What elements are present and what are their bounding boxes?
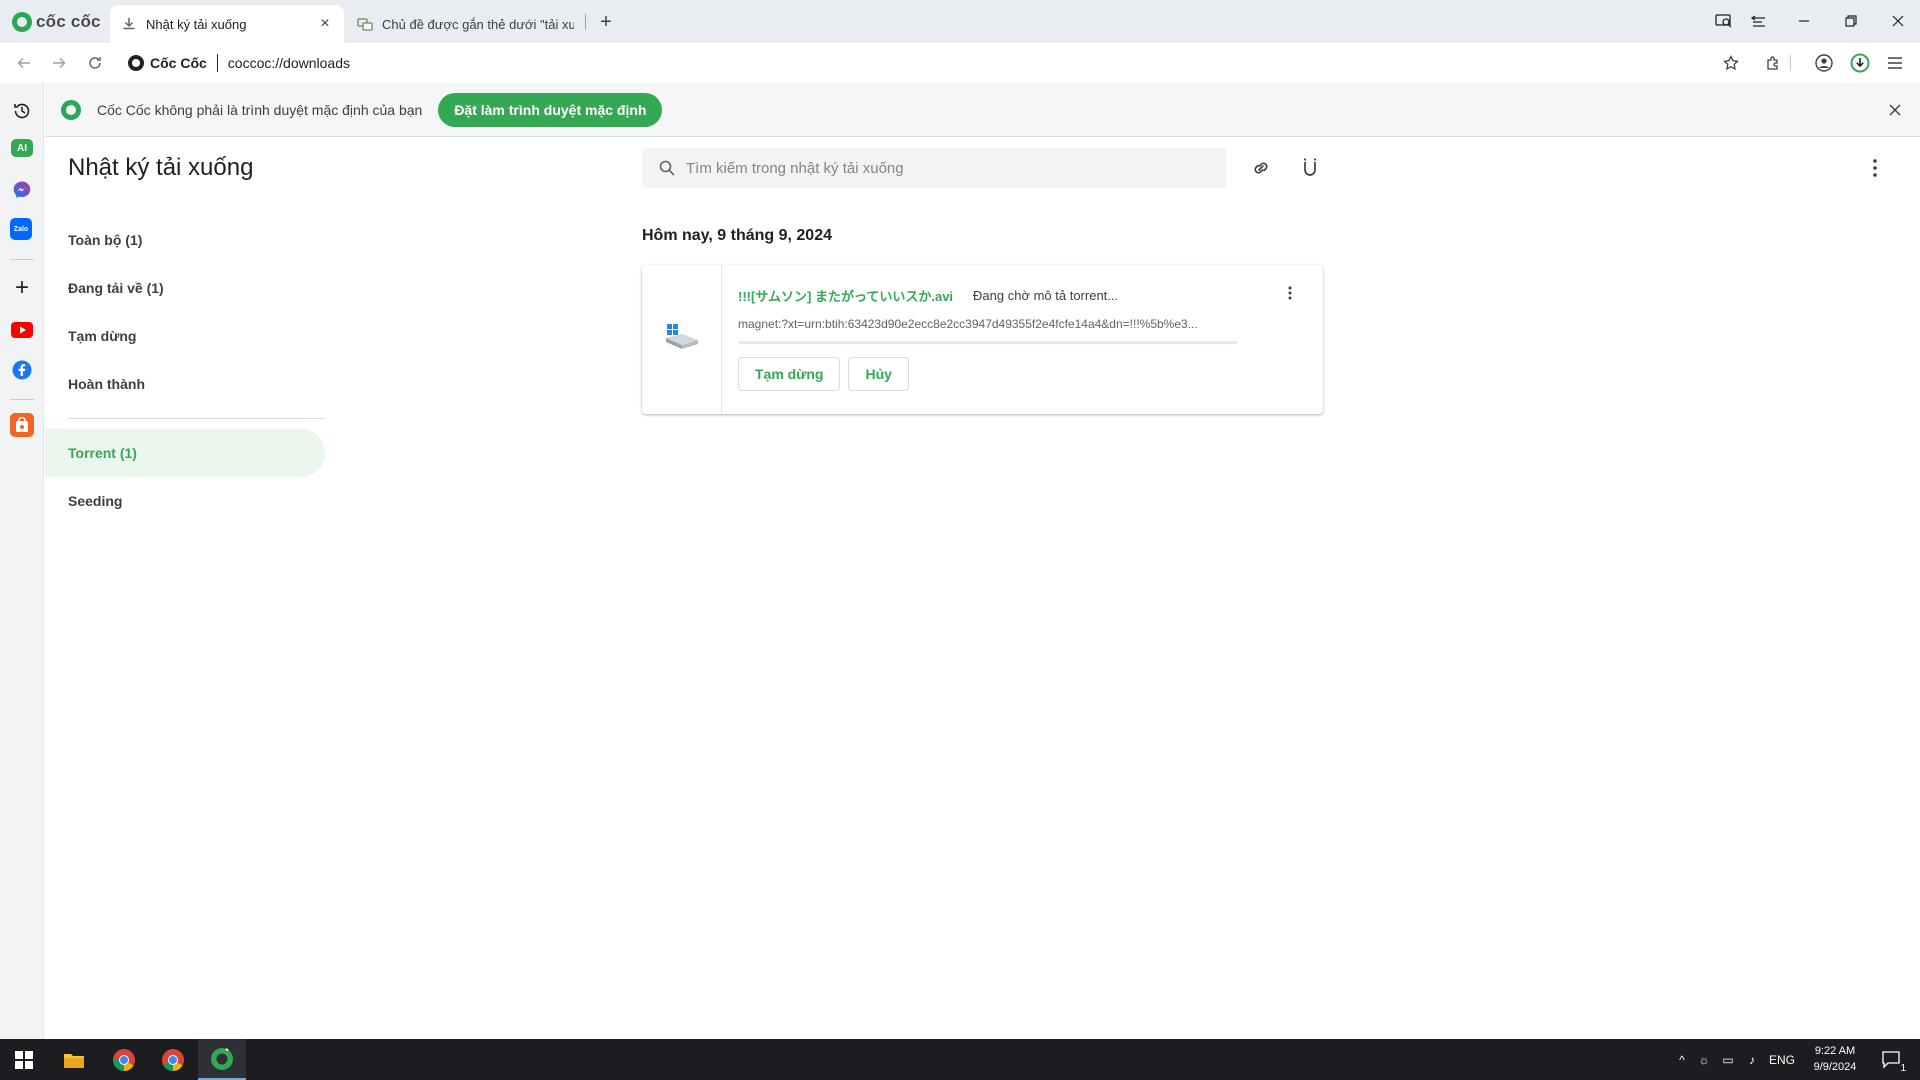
downloads-search-box[interactable]	[642, 148, 1226, 188]
new-tab-button[interactable]: +	[594, 10, 618, 34]
download-icon	[120, 15, 138, 33]
date-heading: Hôm nay, 9 tháng 9, 2024	[642, 227, 832, 244]
tab-downloads[interactable]: Nhật ký tải xuống ×	[110, 5, 344, 43]
close-infobar-icon[interactable]	[1884, 99, 1906, 121]
tab-search-icon[interactable]	[1745, 8, 1773, 34]
chrome-icon[interactable]	[100, 1039, 148, 1080]
download-progress-bar	[738, 341, 1238, 344]
coccoc-logo-icon	[12, 12, 32, 32]
extensions-icon[interactable]	[1762, 52, 1784, 74]
forward-button[interactable]	[46, 50, 72, 76]
profile-icon[interactable]	[1813, 52, 1835, 74]
file-explorer-icon[interactable]	[50, 1039, 98, 1080]
clock-time: 9:22 AM	[1814, 1045, 1856, 1057]
network-icon[interactable]: ▭	[1716, 1053, 1740, 1067]
infobar-message: Cốc Cốc không phải là trình duyệt mặc đị…	[97, 101, 423, 118]
notification-center-icon[interactable]: 1	[1872, 1039, 1912, 1080]
ai-assistant-icon[interactable]: AI	[11, 139, 33, 157]
set-default-button[interactable]: Đặt làm trình duyệt mặc định	[438, 92, 663, 127]
file-icon-cell	[642, 265, 722, 414]
back-button[interactable]	[11, 50, 37, 76]
browser-brand[interactable]: cốc cốc	[12, 10, 101, 34]
default-browser-infobar: Cốc Cốc không phải là trình duyệt mặc đị…	[45, 83, 1920, 137]
system-tray: ^ ☼ ▭ ♪ ENG	[1672, 1039, 1800, 1080]
bookmark-star-icon[interactable]	[1720, 52, 1742, 74]
reload-button[interactable]	[82, 50, 108, 76]
tab-separator	[585, 14, 586, 30]
rail-divider	[10, 399, 34, 400]
shopping-icon[interactable]	[10, 413, 34, 437]
messenger-icon[interactable]	[10, 178, 34, 202]
url-text[interactable]: coccoc://downloads	[228, 55, 350, 71]
restore-button[interactable]	[1837, 8, 1865, 34]
screen-search-icon[interactable]	[1710, 8, 1738, 34]
search-input[interactable]	[686, 159, 1206, 177]
magnet-icon[interactable]	[1297, 155, 1323, 181]
rail-divider	[10, 259, 34, 260]
menu-item-paused[interactable]: Tạm dừng	[45, 312, 325, 360]
clock-date: 9/9/2024	[1813, 1061, 1857, 1073]
cancel-button[interactable]: Hủy	[848, 357, 909, 391]
site-chip[interactable]: Cốc Cốc	[128, 55, 207, 71]
menu-hamburger-icon[interactable]	[1884, 52, 1906, 74]
site-name: Cốc Cốc	[150, 55, 207, 71]
address-bar[interactable]: Cốc Cốc coccoc://downloads	[120, 47, 1760, 79]
page-more-options-icon[interactable]	[1865, 155, 1885, 181]
download-item-body: !!![サムソン] またがっていいスか.avi Đang chờ mô tả t…	[722, 265, 1323, 414]
downloads-progress-icon[interactable]	[1849, 52, 1871, 74]
add-shortcut-icon[interactable]: +	[10, 274, 34, 301]
menu-divider	[68, 418, 325, 419]
menu-item-torrent[interactable]: Torrent (1)	[45, 429, 325, 477]
volume-icon[interactable]: ♪	[1740, 1053, 1764, 1067]
close-window-button[interactable]	[1884, 8, 1912, 34]
close-tab-icon[interactable]: ×	[316, 15, 334, 33]
page-title: Nhật ký tải xuống	[68, 154, 254, 181]
tray-expand-icon[interactable]: ^	[1672, 1053, 1692, 1067]
zalo-icon[interactable]: Zalo	[10, 218, 32, 240]
menu-item-completed[interactable]: Hoàn thành	[45, 360, 325, 408]
pause-button[interactable]: Tạm dừng	[738, 357, 841, 391]
file-name-link[interactable]: !!![サムソン] またがっていいスか.avi	[738, 286, 953, 305]
toolbar-divider	[1790, 55, 1791, 71]
menu-item-downloading[interactable]: Đang tải về (1)	[45, 264, 325, 312]
title-bar: cốc cốc Nhật ký tải xuống × Chủ đề được …	[0, 0, 1920, 43]
search-icon	[658, 159, 676, 177]
tab-topic[interactable]: Chủ đề được gắn thẻ dưới "tải xuố	[346, 5, 584, 43]
item-more-options-icon[interactable]	[1283, 283, 1297, 303]
history-icon[interactable]	[10, 99, 34, 123]
menu-item-all[interactable]: Toàn bộ (1)	[45, 216, 325, 264]
minimize-button[interactable]	[1790, 8, 1818, 34]
omnibox-divider	[216, 54, 218, 72]
sidebar-rail: AI Zalo + •••	[0, 83, 44, 1039]
browser-toolbar: Cốc Cốc coccoc://downloads	[0, 43, 1920, 83]
start-button[interactable]	[0, 1039, 48, 1080]
notification-count: 1	[1900, 1063, 1906, 1074]
coccoc-site-icon	[128, 55, 144, 71]
tab-title: Nhật ký tải xuống	[146, 16, 247, 32]
brand-text: cốc cốc	[36, 12, 101, 31]
menu-item-seeding[interactable]: Seeding	[45, 477, 325, 525]
download-status: Đang chờ mô tả torrent...	[973, 287, 1119, 303]
youtube-icon[interactable]	[10, 318, 34, 342]
download-item-card: !!![サムソン] またがっていいスか.avi Đang chờ mô tả t…	[642, 265, 1323, 414]
download-source-url: magnet:?xt=urn:btih:63423d90e2ecc8e2cc39…	[738, 317, 1198, 331]
forum-favicon-icon	[356, 15, 374, 33]
taskbar-clock[interactable]: 9:22 AM 9/9/2024	[1800, 1043, 1870, 1075]
facebook-icon[interactable]	[10, 358, 34, 382]
add-link-icon[interactable]	[1248, 155, 1274, 181]
windows-taskbar: ^ ☼ ▭ ♪ ENG 9:22 AM 9/9/2024 1	[0, 1039, 1920, 1080]
chrome-icon[interactable]	[149, 1039, 197, 1080]
video-file-icon	[664, 322, 700, 357]
coccoc-logo-icon	[61, 99, 81, 120]
coccoc-taskbar-icon[interactable]	[198, 1039, 246, 1080]
tab-title: Chủ đề được gắn thẻ dưới "tải xuố	[382, 16, 574, 32]
downloads-filter-menu: Toàn bộ (1) Đang tải về (1) Tạm dừng Hoà…	[45, 216, 325, 525]
brightness-icon[interactable]: ☼	[1692, 1053, 1716, 1067]
language-indicator[interactable]: ENG	[1764, 1053, 1800, 1067]
